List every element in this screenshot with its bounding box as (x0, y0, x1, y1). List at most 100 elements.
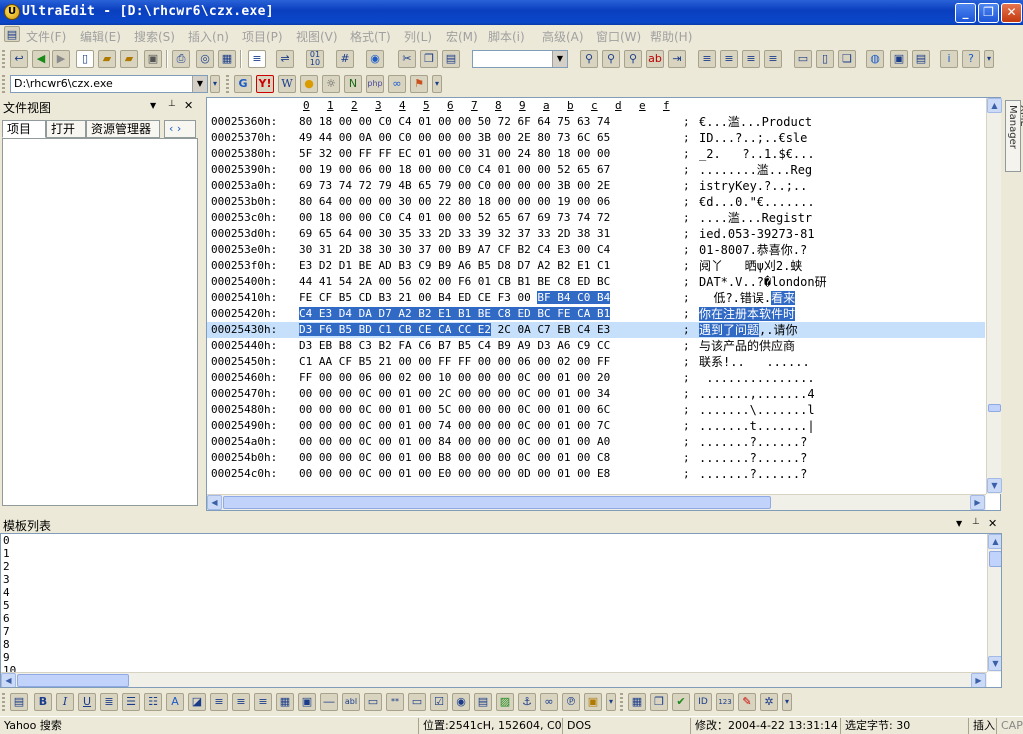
hex-row[interactable]: 000254c0h: 00 00 00 0C 00 01 00 E0 00 00 … (207, 466, 985, 482)
scroll-left-icon[interactable]: ◀ (207, 495, 222, 510)
check-document-icon[interactable]: ✔ (672, 693, 690, 711)
hex-row[interactable]: 00025490h: 00 00 00 0C 00 01 00 74 00 00 … (207, 418, 985, 434)
table-icon[interactable]: ▦ (276, 693, 294, 711)
hex-row-text[interactable]: .......?......? (699, 434, 807, 450)
properties-icon[interactable]: ≡ (248, 50, 266, 68)
align-right-icon[interactable]: ≡ (742, 50, 760, 68)
selected-bytes[interactable]: 遇到了问题 (699, 323, 760, 337)
hex-row-bytes[interactable]: 00 00 00 0C 00 01 00 5C 00 00 00 0C 00 0… (299, 402, 610, 418)
toolbar-grip[interactable] (226, 75, 229, 93)
tab-project[interactable]: 项目 (2, 120, 46, 138)
chevron-down-icon[interactable]: ▼ (192, 76, 207, 92)
hex-row[interactable]: 00025410h: FE CF B5 CD B3 21 00 B4 ED CE … (207, 290, 985, 306)
menu-macro[interactable]: 宏(M) (446, 28, 478, 45)
hex-row[interactable]: 00025390h: 00 19 00 06 00 18 00 00 C0 C4 … (207, 162, 985, 178)
hex-row-bytes[interactable]: 00 18 00 00 C0 C4 01 00 00 52 65 67 69 7… (299, 210, 610, 226)
listbox-icon[interactable]: ▤ (474, 693, 492, 711)
link-icon[interactable]: ∞ (540, 693, 558, 711)
menu-column[interactable]: 列(L) (404, 28, 432, 45)
lightbulb-icon[interactable]: ● (300, 75, 318, 93)
menu-search[interactable]: 搜索(S) (134, 28, 175, 45)
scroll-down-icon[interactable]: ▼ (988, 656, 1001, 671)
numbered-list-icon[interactable]: ☷ (144, 693, 162, 711)
scroll-thumb[interactable] (988, 404, 1001, 412)
hex-row-bytes[interactable]: 00 00 00 0C 00 01 00 74 00 00 00 0C 00 0… (299, 418, 610, 434)
image-icon[interactable]: ▨ (496, 693, 514, 711)
menu-window[interactable]: 窗口(W) (596, 28, 641, 45)
form-icon[interactable]: ▣ (298, 693, 316, 711)
tab-explorer[interactable]: 资源管理器 (86, 120, 160, 138)
color-icon[interactable]: ◪ (188, 693, 206, 711)
document-icon[interactable]: ▤ (4, 26, 20, 42)
cut-icon[interactable]: ✂ (398, 50, 416, 68)
hex-row-bytes[interactable]: E3 D2 D1 BE AD B3 C9 B9 A6 B5 D8 D7 A2 B… (299, 258, 610, 274)
editor-horizontal-scrollbar[interactable]: ◀ ▶ (207, 494, 986, 510)
selected-bytes[interactable]: BF B4 C0 B4 (537, 291, 611, 304)
hex-row-text[interactable]: .......?......? (699, 466, 807, 482)
menu-view[interactable]: 视图(V) (296, 28, 338, 45)
scroll-right-icon[interactable]: ▶ (970, 495, 985, 510)
bullet-list-icon[interactable]: ☰ (122, 693, 140, 711)
hex-row[interactable]: 000253a0h: 69 73 74 72 79 4B 65 79 00 C0 … (207, 178, 985, 194)
help-icon[interactable]: ? (962, 50, 980, 68)
hex-row[interactable]: 00025400h: 44 41 54 2A 00 56 02 00 F6 01 … (207, 274, 985, 290)
back-arrow-icon[interactable]: ◀ (32, 50, 50, 68)
document-list-icon[interactable]: ▤ (912, 50, 930, 68)
code-search-icon[interactable]: ☼ (322, 75, 340, 93)
tile-horizontal-icon[interactable]: ▭ (794, 50, 812, 68)
tab-open[interactable]: 打开 (46, 120, 86, 138)
hex-row-text[interactable]: .......,.......4 (699, 386, 815, 402)
copy-icon[interactable]: ❐ (420, 50, 438, 68)
password-field-icon[interactable]: ** (386, 693, 404, 711)
hex-row-text[interactable]: _2. ?..1.$€... (699, 146, 815, 162)
hex-row-bytes[interactable]: D3 F6 B5 BD C1 CB CE CA CC E2 2C 0A C7 E… (299, 322, 610, 338)
clipboard-combo[interactable]: ▼ (472, 50, 568, 68)
hex-row-text[interactable]: ....滥...Registr (699, 210, 812, 226)
hex-row-text[interactable]: ied.053-39273-81 (699, 226, 815, 242)
hex-row-bytes[interactable]: D3 EB B8 C3 B2 FA C6 B7 B5 C4 B9 A9 D3 A… (299, 338, 610, 354)
hex-row[interactable]: 000253d0h: 69 65 64 00 30 35 33 2D 33 39 … (207, 226, 985, 242)
tab-scroll-arrows[interactable]: ‹ › (164, 120, 196, 138)
template-list[interactable]: 0 1 2 3 4 5 6 7 8 9 10 ▲ ▼ ◀ ▶ (0, 533, 1002, 688)
template-list-item[interactable]: 6 (3, 612, 10, 625)
hex-row-text[interactable]: 低?.错误.看来 (699, 290, 796, 306)
scroll-thumb[interactable] (17, 674, 129, 687)
word-wrap-icon[interactable]: ⇌ (276, 50, 294, 68)
menu-format[interactable]: 格式(T) (350, 28, 391, 45)
menu-file[interactable]: 文件(F) (26, 28, 66, 45)
xml-manager-tab[interactable]: XML Manager (1005, 100, 1023, 172)
open-recent-icon[interactable]: ↩ (10, 50, 28, 68)
button-icon[interactable]: ▭ (408, 693, 426, 711)
scroll-up-icon[interactable]: ▲ (987, 98, 1002, 113)
hex-row[interactable]: 000253f0h: E3 D2 D1 BE AD B3 C9 B9 A6 B5 … (207, 258, 985, 274)
save-icon[interactable]: ▣ (144, 50, 162, 68)
template-list-item[interactable]: 7 (3, 625, 10, 638)
scroll-thumb[interactable] (223, 496, 771, 509)
pin-icon[interactable]: ⊥ (972, 517, 980, 527)
toolbar-overflow-icon[interactable]: ▾ (210, 75, 220, 93)
pane-close-button[interactable]: ✕ (184, 99, 193, 112)
hex-row-text[interactable]: €...滥...Product (699, 114, 812, 130)
restore-button[interactable]: ❐ (978, 3, 999, 23)
hex-row-text[interactable]: ........滥...Reg (699, 162, 812, 178)
hex-row-text[interactable]: 01-8007.恭喜你.? (699, 242, 807, 258)
toolbar-grip[interactable] (2, 75, 5, 93)
bold-icon[interactable]: B (34, 693, 52, 711)
menu-project[interactable]: 项目(P) (242, 28, 283, 45)
grid-icon[interactable]: ▦ (628, 693, 646, 711)
file-path-combo[interactable]: D:\rhcwr6\czx.exe ▼ (10, 75, 208, 93)
menu-script[interactable]: 脚本(i) (488, 28, 525, 45)
align-right-icon[interactable]: ≡ (254, 693, 272, 711)
align-center-icon[interactable]: ≡ (232, 693, 250, 711)
menu-edit[interactable]: 编辑(E) (80, 28, 121, 45)
template-vertical-scrollbar[interactable]: ▲ ▼ (987, 534, 1001, 672)
print-preview-icon[interactable]: ◎ (196, 50, 214, 68)
radio-icon[interactable]: ◉ (452, 693, 470, 711)
html-document-icon[interactable]: ▤ (10, 693, 28, 711)
toolbar-grip[interactable] (620, 693, 623, 711)
justify-icon[interactable]: ≡ (764, 50, 782, 68)
toolbar-overflow-icon[interactable]: ▾ (606, 693, 616, 711)
print-icon[interactable]: ⎙ (172, 50, 190, 68)
monitor-icon[interactable]: ▣ (890, 50, 908, 68)
hex-row-text[interactable]: ID...?..;..€sle (699, 130, 807, 146)
